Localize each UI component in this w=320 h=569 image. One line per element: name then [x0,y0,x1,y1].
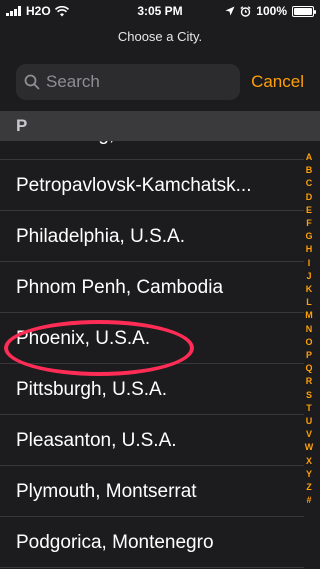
index-letter-o[interactable]: O [305,336,312,349]
search-icon [24,74,40,90]
section-index-bar[interactable]: A B C D E F G H I J K L M N O P Q R S T U V W X Y Z # [302,151,316,507]
index-letter-r[interactable]: R [306,375,313,388]
index-letter-c[interactable]: C [306,177,313,190]
city-row-philadelphia[interactable]: Philadelphia, U.S.A. [0,211,304,262]
city-row-pittsburgh[interactable]: Pittsburgh, U.S.A. [0,364,304,415]
city-label: Pleasanton, U.S.A. [16,430,177,451]
city-row-podgorica[interactable]: Podgorica, Montenegro [0,517,304,568]
page-title: Choose a City. [117,29,203,44]
index-letter-z[interactable]: Z [306,481,312,494]
city-label: Phoenix, U.S.A. [16,328,151,349]
index-letter-k[interactable]: K [306,283,313,296]
section-header: P [0,111,320,141]
city-label: Phnom Penh, Cambodia [16,277,224,298]
city-row-phnom-penh[interactable]: Phnom Penh, Cambodia [0,262,304,313]
index-letter-j[interactable]: J [306,270,311,283]
city-row-pleasanton[interactable]: Pleasanton, U.S.A. [0,415,304,466]
location-arrow-icon [225,6,235,16]
index-letter-d[interactable]: D [306,191,313,204]
search-box[interactable] [16,64,240,100]
city-label: Plymouth, Montserrat [16,481,197,502]
index-letter-m[interactable]: M [305,309,313,322]
index-letter-q[interactable]: Q [305,362,312,375]
alarm-clock-icon [240,5,251,17]
index-letter-n[interactable]: N [306,323,313,336]
index-letter-x[interactable]: X [306,455,312,468]
index-letter-a[interactable]: A [306,151,313,164]
index-letter-w[interactable]: W [305,441,314,454]
city-row-phoenix[interactable]: Phoenix, U.S.A. [0,313,304,364]
index-letter-t[interactable]: T [306,402,312,415]
index-letter-u[interactable]: U [306,415,313,428]
city-label: Pittsburgh, U.S.A. [16,379,168,400]
search-input[interactable] [46,72,226,92]
city-label: Petropavlovsk-Kamchatsk... [16,175,252,196]
city-label: Podgorica, Montenegro [16,532,214,553]
city-row-petropavlovsk[interactable]: Petropavlovsk-Kamchatsk... [0,160,304,211]
cancel-button[interactable]: Cancel [251,72,304,92]
index-letter-g[interactable]: G [305,230,312,243]
index-letter-f[interactable]: F [306,217,312,230]
status-bar: H2O 3:05 PM 100% [0,0,320,22]
index-letter-h[interactable]: H [306,243,313,256]
index-letter-v[interactable]: V [306,428,312,441]
city-list-inner: Petersburg, U.S.A. Petropavlovsk-Kamchat… [0,111,320,568]
index-letter-s[interactable]: S [306,389,312,402]
index-letter-p[interactable]: P [306,349,312,362]
battery-percent: 100% [256,4,287,18]
city-row-plymouth[interactable]: Plymouth, Montserrat [0,466,304,517]
index-letter-hash[interactable]: # [306,494,311,507]
index-letter-l[interactable]: L [306,296,312,309]
battery-icon [292,5,316,17]
city-list[interactable]: Petersburg, U.S.A. Petropavlovsk-Kamchat… [0,111,320,569]
index-letter-i[interactable]: I [308,257,311,270]
index-letter-e[interactable]: E [306,204,312,217]
battery-fill [294,7,312,15]
index-letter-b[interactable]: B [306,164,313,177]
index-letter-y[interactable]: Y [306,468,312,481]
city-label: Philadelphia, U.S.A. [16,226,185,247]
status-right: 100% [225,4,316,18]
